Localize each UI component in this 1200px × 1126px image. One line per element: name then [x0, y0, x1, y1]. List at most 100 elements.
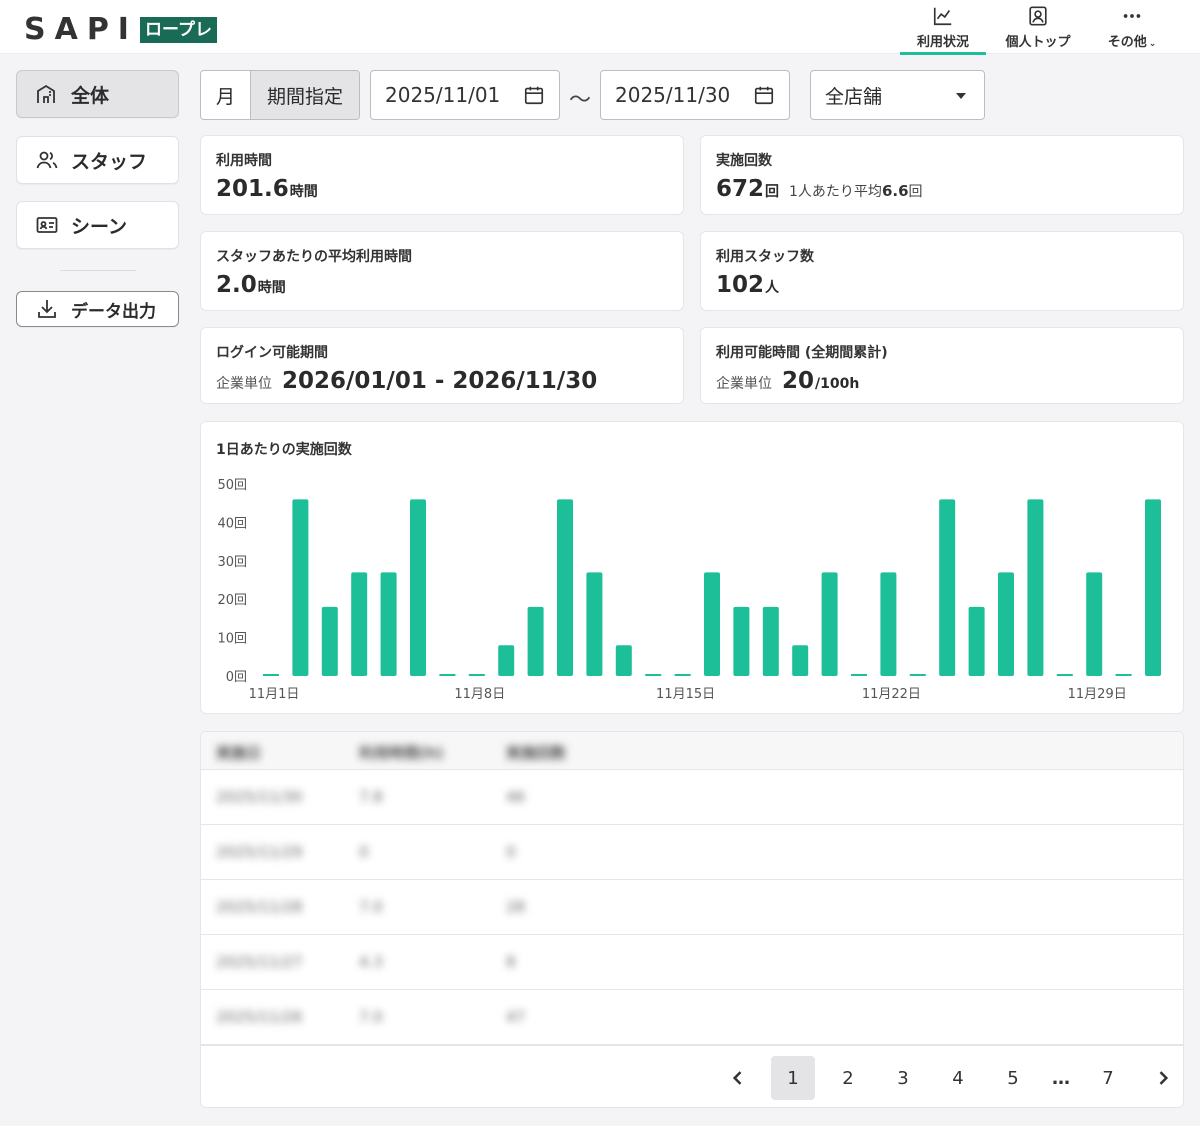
- nav-other-label: その他 ⌄: [1107, 35, 1157, 50]
- chart-bar[interactable]: [821, 572, 838, 676]
- staff-count-title: 利用スタッフ数: [716, 249, 814, 265]
- table-row[interactable]: 2025/11/30 7.8 46: [201, 770, 1183, 825]
- chart-bar[interactable]: [615, 645, 632, 676]
- period-range-button[interactable]: 期間指定: [251, 71, 359, 119]
- staff-count-card: 利用スタッフ数 102 人: [700, 231, 1184, 311]
- chevron-right-icon: [1159, 1071, 1169, 1085]
- end-date-field[interactable]: 2025/11/30: [600, 70, 790, 120]
- chart-bar[interactable]: [351, 572, 368, 676]
- table-row[interactable]: 2025/11/29 0 0: [201, 825, 1183, 880]
- chart-bar[interactable]: [498, 645, 515, 676]
- table-cell-time: 0: [359, 843, 369, 861]
- chart-bar[interactable]: [645, 674, 662, 676]
- available-time-title: 利用可能時間 (全期間累計): [716, 345, 888, 361]
- chart-bar[interactable]: [321, 606, 338, 676]
- available-time-prefix: 企業単位: [716, 376, 772, 392]
- page-ellipsis: …: [1052, 1067, 1070, 1089]
- staff-count-value: 102: [716, 272, 765, 298]
- login-period-card: ログイン可能期間 企業単位 2026/01/01 - 2026/11/30: [200, 327, 684, 404]
- chart-bar[interactable]: [939, 499, 956, 676]
- chart-bar[interactable]: [762, 606, 779, 676]
- page-button-5[interactable]: 5: [991, 1056, 1035, 1100]
- start-date-field[interactable]: 2025/11/01: [370, 70, 560, 120]
- chart-bar[interactable]: [527, 606, 544, 676]
- chart-bar[interactable]: [292, 499, 309, 676]
- x-tick-label: 11月8日: [454, 687, 505, 702]
- available-time-value: 20: [782, 368, 815, 394]
- available-time-unit: /100h: [815, 376, 860, 392]
- table-cell-count: 28: [506, 898, 526, 916]
- chart-bar[interactable]: [880, 572, 897, 676]
- calendar-icon: [754, 86, 774, 105]
- chart-bar[interactable]: [792, 645, 809, 676]
- y-tick-label: 40回: [217, 516, 247, 531]
- chart-bar[interactable]: [1027, 499, 1044, 676]
- chart-bar[interactable]: [439, 674, 456, 676]
- usage-time-title: 利用時間: [216, 153, 272, 169]
- pagination: 1 2 3 4 5 … 7: [201, 1045, 1183, 1107]
- chart-bar[interactable]: [410, 499, 426, 676]
- x-tick-label: 11月15日: [656, 687, 715, 702]
- chart-bar[interactable]: [674, 674, 691, 676]
- page-button-2[interactable]: 2: [826, 1056, 870, 1100]
- chart-bar[interactable]: [733, 606, 750, 676]
- chart-bar[interactable]: [263, 674, 279, 676]
- chart-bar[interactable]: [1086, 572, 1103, 676]
- nav-usage[interactable]: 利用状況: [900, 5, 986, 55]
- store-select[interactable]: 全店舗: [810, 70, 985, 120]
- page-button-3[interactable]: 3: [881, 1056, 925, 1100]
- table-row[interactable]: 2025/11/28 7.0 28: [201, 880, 1183, 935]
- table-header-count: 実施回数: [506, 744, 567, 762]
- sidebar-item-all-label: 全体: [71, 84, 110, 107]
- nav-personal-top[interactable]: 個人トップ: [996, 5, 1080, 50]
- sidebar-item-all[interactable]: 全体: [16, 70, 179, 118]
- page-button-7[interactable]: 7: [1086, 1056, 1130, 1100]
- nav-other-menu[interactable]: その他 ⌄: [1096, 5, 1168, 50]
- chart-bar[interactable]: [704, 572, 720, 676]
- staff-count-unit: 人: [765, 280, 780, 296]
- chart-bar[interactable]: [586, 572, 603, 676]
- usage-time-value: 201.6: [216, 176, 289, 202]
- daily-table: 実施日 利用時間(h) 実施回数 2025/11/30 7.8 46 2025/…: [200, 731, 1184, 1108]
- chevron-left-icon: [732, 1071, 742, 1085]
- sidebar-item-scene-label: シーン: [71, 215, 128, 238]
- download-icon: [38, 300, 56, 318]
- chart-bar[interactable]: [968, 606, 985, 676]
- table-cell-time: 7.0: [359, 898, 383, 916]
- app-logo[interactable]: SAPI ロープレ: [24, 12, 217, 47]
- sidebar-item-staff[interactable]: スタッフ: [16, 136, 179, 184]
- chart-bar[interactable]: [1115, 674, 1132, 676]
- next-page-button[interactable]: [1141, 1056, 1183, 1100]
- page-button-4[interactable]: 4: [936, 1056, 980, 1100]
- sidebar-divider: [60, 270, 136, 271]
- data-export-button[interactable]: データ出力: [16, 291, 179, 327]
- chart-bar[interactable]: [557, 499, 573, 676]
- sessions-avg-unit: 回: [908, 184, 923, 200]
- chart-bar[interactable]: [380, 572, 397, 676]
- logo-badge: ロープレ: [139, 16, 217, 43]
- table-row[interactable]: 2025/11/27 4.3 8: [201, 935, 1183, 990]
- calendar-icon: [524, 86, 544, 105]
- sessions-title: 実施回数: [716, 153, 772, 169]
- x-tick-label: 11月1日: [249, 687, 300, 702]
- prev-page-button[interactable]: [716, 1056, 760, 1100]
- chart-bar[interactable]: [468, 674, 485, 676]
- avg-time-unit: 時間: [257, 280, 286, 296]
- page-button-1[interactable]: 1: [771, 1056, 815, 1100]
- period-month-button[interactable]: 月: [201, 71, 251, 119]
- chart-bar[interactable]: [909, 674, 926, 676]
- chart-bar[interactable]: [851, 674, 867, 676]
- chevron-down-icon: ⌄: [1148, 39, 1157, 49]
- table-row[interactable]: 2025/11/26 7.0 47: [201, 990, 1183, 1045]
- chart-bar[interactable]: [1145, 499, 1161, 676]
- chart-bar[interactable]: [998, 572, 1014, 676]
- start-date-value: 2025/11/01: [385, 83, 501, 107]
- avg-time-card: スタッフあたりの平均利用時間 2.0 時間: [200, 231, 684, 311]
- daily-sessions-chart-card: 1日あたりの実施回数 50回 40回 30回 20回 10回 0回 11月1日 11月8日 11…: [200, 421, 1184, 714]
- y-tick-label: 10回: [217, 632, 247, 647]
- sidebar-item-scene[interactable]: シーン: [16, 201, 179, 249]
- date-range-separator: 〜: [569, 88, 592, 113]
- chart-bar[interactable]: [1056, 674, 1073, 676]
- x-tick-label: 11月22日: [862, 687, 921, 702]
- line-chart-icon: [933, 7, 952, 26]
